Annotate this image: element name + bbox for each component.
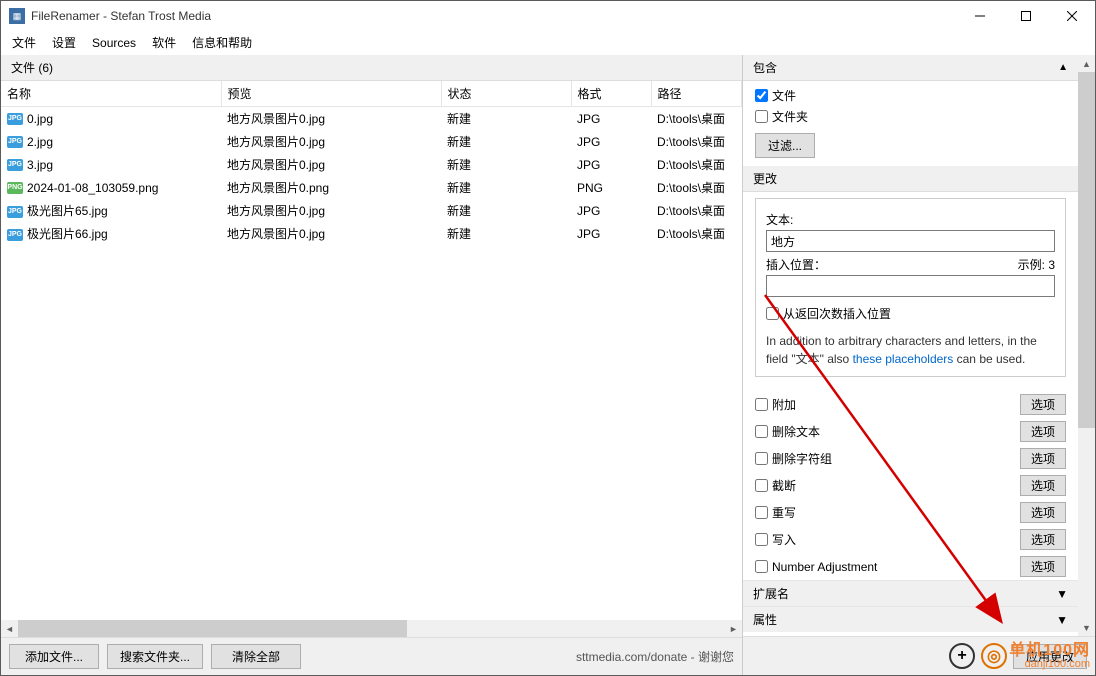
maximize-button[interactable]: [1003, 1, 1049, 31]
option-checkbox[interactable]: [755, 398, 768, 411]
option-checkbox[interactable]: [755, 452, 768, 465]
chevron-down-icon: ▼: [1056, 587, 1068, 601]
table-row[interactable]: JPG2.jpg地方风景图片0.jpg新建JPGD:\tools\桌面: [1, 130, 742, 153]
v-scroll-thumb[interactable]: [1078, 72, 1095, 428]
option-checkbox[interactable]: [755, 425, 768, 438]
apply-changes-button[interactable]: 应用更改: [1013, 644, 1087, 669]
include-folders-checkbox[interactable]: [755, 110, 768, 123]
option-label: 截断: [772, 477, 796, 494]
option-checkbox[interactable]: [755, 533, 768, 546]
menu-help[interactable]: 信息和帮助: [185, 31, 259, 54]
option-label: Number Adjustment: [772, 560, 877, 574]
window-title: FileRenamer - Stefan Trost Media: [31, 9, 957, 23]
text-label: 文本:: [766, 211, 793, 228]
option-button[interactable]: 选项: [1020, 475, 1066, 496]
close-button[interactable]: [1049, 1, 1095, 31]
option-button[interactable]: 选项: [1020, 421, 1066, 442]
jpg-icon: JPG: [7, 159, 23, 171]
col-status[interactable]: 状态: [441, 81, 571, 107]
jpg-icon: JPG: [7, 229, 23, 241]
table-row[interactable]: PNG2024-01-08_103059.png地方风景图片0.png新建PNG…: [1, 176, 742, 199]
donate-link[interactable]: sttmedia.com/donate - 谢谢您: [576, 648, 734, 665]
option-button[interactable]: 选项: [1020, 448, 1066, 469]
search-folder-button[interactable]: 搜索文件夹...: [107, 644, 203, 669]
scroll-up-icon[interactable]: ▲: [1078, 55, 1095, 72]
clear-all-button[interactable]: 清除全部: [211, 644, 301, 669]
option-checkbox[interactable]: [755, 506, 768, 519]
placeholders-link[interactable]: these placeholders: [853, 352, 954, 366]
scroll-down-icon[interactable]: ▼: [1078, 619, 1095, 636]
scroll-right-icon[interactable]: ►: [725, 620, 742, 637]
include-header[interactable]: 包含 ▲: [743, 55, 1078, 81]
option-label: 重写: [772, 504, 796, 521]
option-button[interactable]: 选项: [1020, 394, 1066, 415]
jpg-icon: JPG: [7, 113, 23, 125]
menubar: 文件 设置 Sources 软件 信息和帮助: [1, 31, 1095, 55]
include-files-label: 文件: [772, 87, 796, 104]
option-checkbox[interactable]: [755, 560, 768, 573]
col-name[interactable]: 名称: [1, 81, 221, 107]
option-button[interactable]: 选项: [1020, 529, 1066, 550]
add-files-button[interactable]: 添加文件...: [9, 644, 99, 669]
option-button[interactable]: 选项: [1020, 502, 1066, 523]
file-table: 名称 预览 状态 格式 路径 JPG0.jpg地方风景图片0.jpg新建JPGD…: [1, 81, 742, 620]
position-label: 插入位置：: [766, 256, 826, 273]
filelist-header-label: 文件 (6): [11, 59, 53, 76]
scroll-left-icon[interactable]: ◄: [1, 620, 18, 637]
jpg-icon: JPG: [7, 136, 23, 148]
attributes-header[interactable]: 属性 ▼: [743, 606, 1078, 632]
filter-button[interactable]: 过滤...: [755, 133, 815, 158]
example-label: 示例: 3: [1018, 256, 1055, 273]
menu-settings[interactable]: 设置: [45, 31, 83, 54]
col-path[interactable]: 路径: [651, 81, 742, 107]
option-checkbox[interactable]: [755, 479, 768, 492]
insert-note: In addition to arbitrary characters and …: [766, 332, 1055, 368]
jpg-icon: JPG: [7, 206, 23, 218]
minimize-button[interactable]: [957, 1, 1003, 31]
col-format[interactable]: 格式: [571, 81, 651, 107]
table-row[interactable]: JPG极光图片66.jpg地方风景图片0.jpg新建JPGD:\tools\桌面: [1, 222, 742, 245]
menu-software[interactable]: 软件: [145, 31, 183, 54]
collapse-icon: ▲: [1058, 62, 1068, 73]
option-button[interactable]: 选项: [1020, 556, 1066, 577]
return-count-label: 从返回次数插入位置: [783, 305, 891, 322]
include-folders-label: 文件夹: [772, 108, 808, 125]
h-scroll-thumb[interactable]: [18, 620, 407, 637]
position-input[interactable]: [766, 275, 1055, 297]
extension-header[interactable]: 扩展名 ▼: [743, 580, 1078, 606]
chevron-down-icon: ▼: [1056, 613, 1068, 627]
bottom-toolbar: 添加文件... 搜索文件夹... 清除全部 sttmedia.com/donat…: [1, 637, 742, 675]
option-label: 附加: [772, 396, 796, 413]
option-label: 写入: [772, 531, 796, 548]
option-label: 删除文本: [772, 423, 820, 440]
target-button[interactable]: ◎: [981, 643, 1007, 669]
titlebar: ▦ FileRenamer - Stefan Trost Media: [1, 1, 1095, 31]
h-scrollbar[interactable]: ◄ ►: [1, 620, 742, 637]
insert-text-box: 文本: 插入位置： 示例: 3 从返回次数插入位置 In addition to…: [755, 198, 1066, 377]
table-row[interactable]: JPG3.jpg地方风景图片0.jpg新建JPGD:\tools\桌面: [1, 153, 742, 176]
table-row[interactable]: JPG极光图片65.jpg地方风景图片0.jpg新建JPGD:\tools\桌面: [1, 199, 742, 222]
menu-file[interactable]: 文件: [5, 31, 43, 54]
zoom-in-button[interactable]: +: [949, 643, 975, 669]
col-preview[interactable]: 预览: [221, 81, 441, 107]
v-scrollbar[interactable]: ▲ ▼: [1078, 55, 1095, 636]
text-input[interactable]: [766, 230, 1055, 252]
option-label: 删除字符组: [772, 450, 832, 467]
png-icon: PNG: [7, 182, 23, 194]
return-count-checkbox[interactable]: [766, 307, 779, 320]
table-row[interactable]: JPG0.jpg地方风景图片0.jpg新建JPGD:\tools\桌面: [1, 107, 742, 131]
change-header[interactable]: 更改: [743, 166, 1078, 192]
filelist-header: 文件 (6): [1, 55, 742, 81]
include-files-checkbox[interactable]: [755, 89, 768, 102]
app-icon: ▦: [9, 8, 25, 24]
menu-sources[interactable]: Sources: [85, 33, 143, 53]
